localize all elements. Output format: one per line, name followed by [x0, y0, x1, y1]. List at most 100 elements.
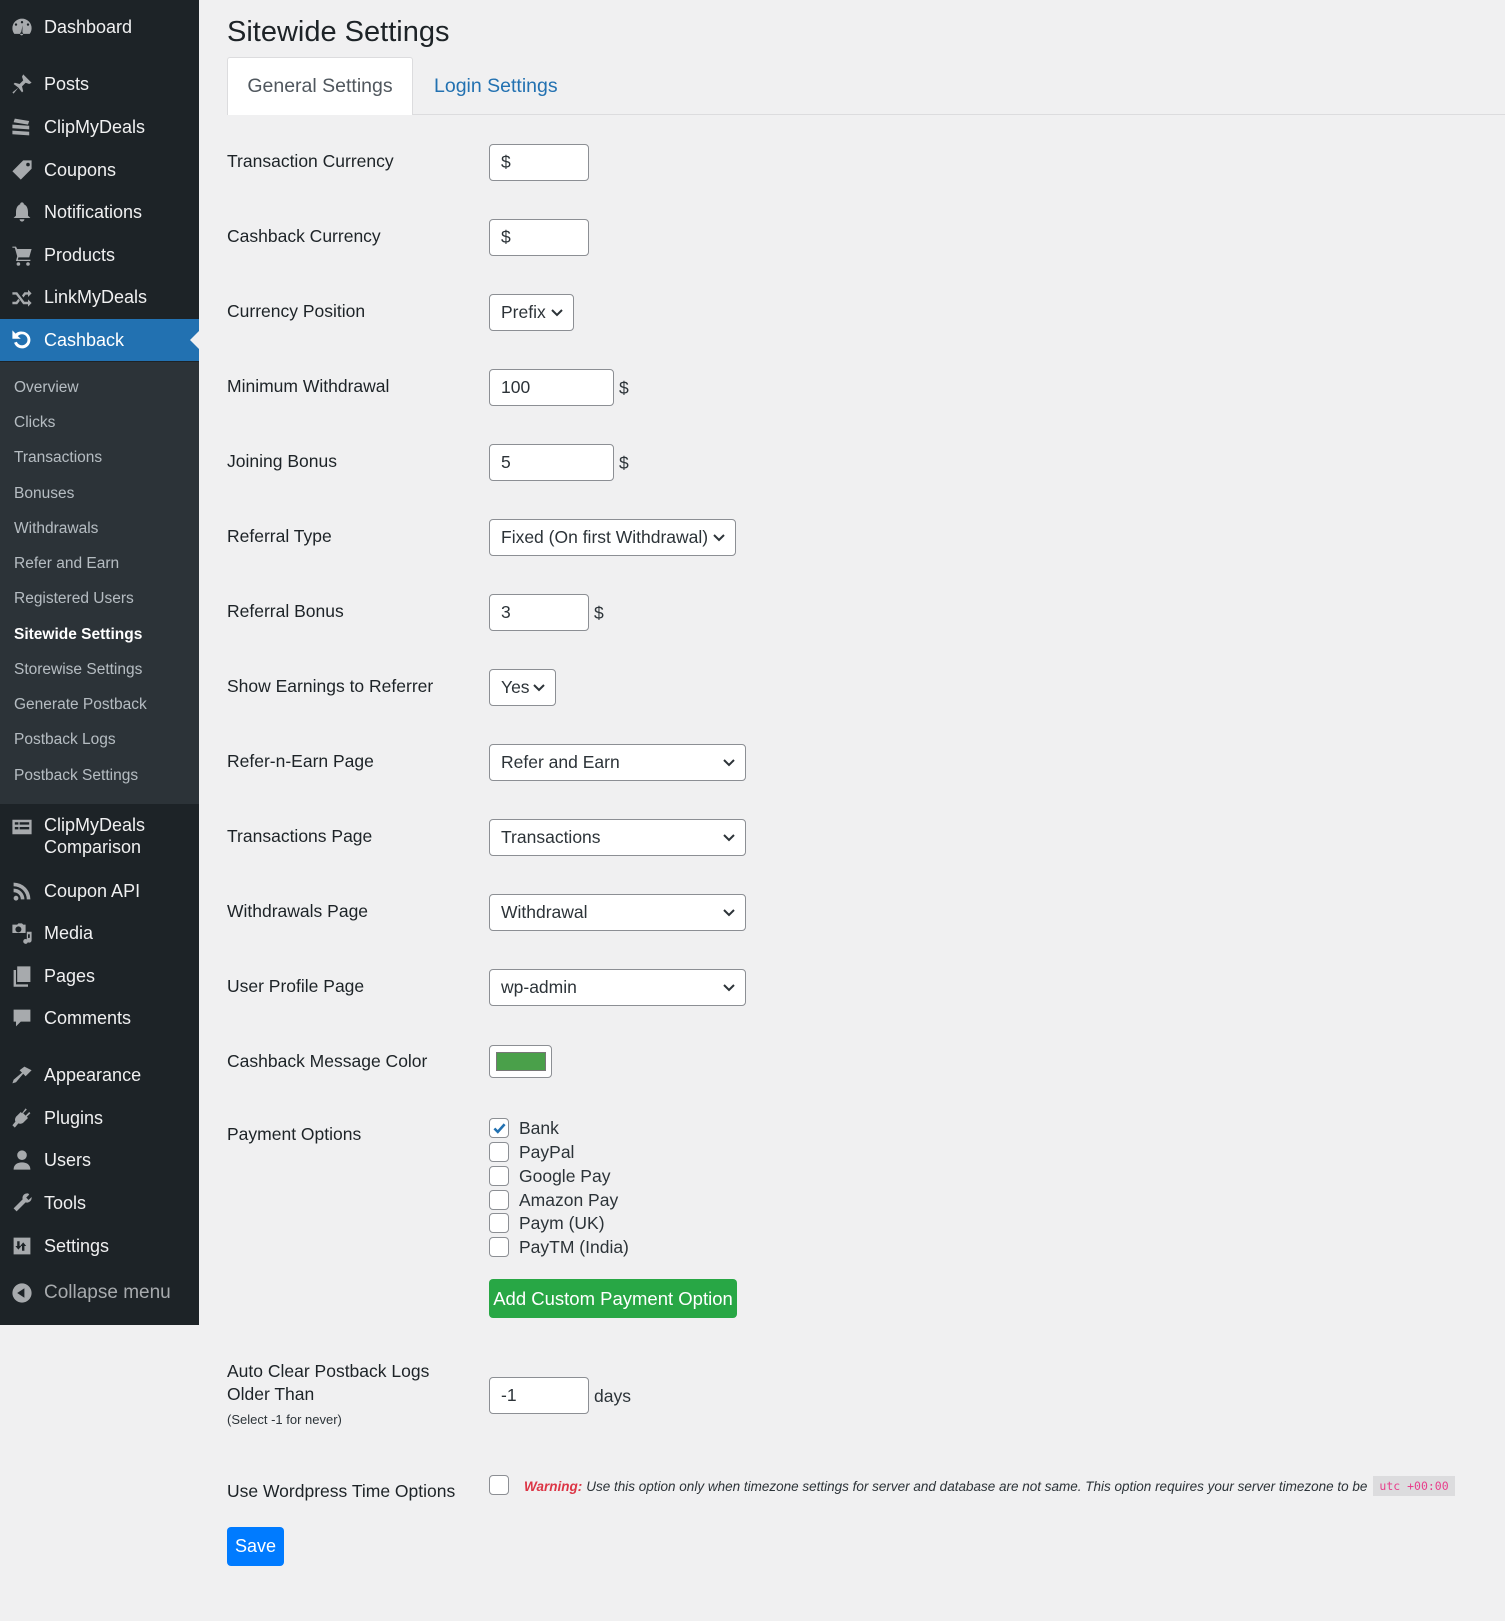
cashback-currency-input[interactable]: $	[489, 219, 589, 256]
menu-dashboard[interactable]: Dashboard	[0, 6, 199, 48]
menu-users[interactable]: Users	[0, 1139, 199, 1181]
submenu-clicks[interactable]: Clicks	[14, 414, 55, 432]
withdrawals-page-select[interactable]: Withdrawal	[489, 894, 746, 931]
rss-icon	[0, 870, 44, 912]
menu-notifications[interactable]: Notifications	[0, 191, 199, 233]
refer-page-select[interactable]: Refer and Earn	[489, 744, 746, 781]
joining-bonus-input[interactable]: 5	[489, 444, 614, 481]
minimum-withdrawal-input[interactable]: 100	[489, 369, 614, 406]
submenu-sitewide-settings[interactable]: Sitewide Settings	[14, 626, 142, 644]
checkbox[interactable]	[489, 1213, 509, 1233]
settings-tabs: General Settings Login Settings	[227, 57, 1505, 115]
undo-icon	[0, 319, 44, 361]
menu-settings[interactable]: Settings	[0, 1225, 199, 1267]
menu-plugins[interactable]: Plugins	[0, 1097, 199, 1139]
timezone-code: utc +00:00	[1373, 1476, 1455, 1496]
user-icon	[0, 1139, 44, 1181]
chevron-down-icon	[533, 683, 545, 691]
submenu-storewise-settings[interactable]: Storewise Settings	[14, 661, 142, 679]
submenu-generate-postback[interactable]: Generate Postback	[14, 696, 147, 714]
payment-option-paym[interactable]: Paym (UK)	[489, 1212, 605, 1234]
checkbox[interactable]	[489, 1190, 509, 1210]
warning-label: Warning:	[524, 1478, 583, 1494]
menu-comments[interactable]: Comments	[0, 997, 199, 1039]
submenu-postback-settings[interactable]: Postback Settings	[14, 767, 138, 785]
submenu-registered-users[interactable]: Registered Users	[14, 590, 134, 608]
wp-time-checkbox[interactable]	[489, 1475, 509, 1495]
pin-icon	[0, 63, 44, 105]
checkbox[interactable]	[489, 1118, 509, 1138]
menu-posts[interactable]: Posts	[0, 63, 199, 105]
add-custom-payment-button[interactable]: Add Custom Payment Option	[489, 1279, 737, 1318]
minimum-withdrawal-label: Minimum Withdrawal	[227, 376, 390, 396]
transactions-page-select[interactable]: Transactions	[489, 819, 746, 856]
show-earnings-label: Show Earnings to Referrer	[227, 676, 434, 696]
media-icon	[0, 912, 44, 954]
wp-time-warning: Warning: Use this option only when timez…	[524, 1476, 1455, 1496]
menu-label-line2: Comparison	[44, 837, 142, 857]
save-button[interactable]: Save	[227, 1527, 284, 1566]
show-earnings-select[interactable]: Yes	[489, 669, 556, 706]
payment-option-bank[interactable]: Bank	[489, 1117, 559, 1139]
color-picker-button[interactable]	[489, 1045, 552, 1078]
menu-coupon-api[interactable]: Coupon API	[0, 870, 199, 912]
submenu-bonuses[interactable]: Bonuses	[14, 485, 74, 503]
chevron-down-icon	[723, 908, 735, 916]
pages-icon	[0, 955, 44, 997]
collapse-menu-button[interactable]: Collapse menu	[0, 1272, 199, 1314]
submenu-transactions[interactable]: Transactions	[14, 449, 102, 467]
profile-page-select[interactable]: wp-admin	[489, 969, 746, 1006]
cashback-submenu: Overview Clicks Transactions Bonuses Wit…	[0, 362, 199, 804]
currency-position-select[interactable]: Prefix	[489, 294, 574, 331]
checkbox[interactable]	[489, 1237, 509, 1257]
checkbox[interactable]	[489, 1166, 509, 1186]
payment-option-paytm[interactable]: PayTM (India)	[489, 1236, 629, 1258]
payment-options-label: Payment Options	[227, 1124, 362, 1144]
menu-pages[interactable]: Pages	[0, 955, 199, 997]
menu-coupons[interactable]: Coupons	[0, 149, 199, 191]
wp-time-label: Use Wordpress Time Options	[227, 1481, 456, 1501]
joining-bonus-label: Joining Bonus	[227, 451, 337, 471]
menu-clipmydeals[interactable]: ClipMyDeals	[0, 106, 199, 148]
profile-page-label: User Profile Page	[227, 976, 365, 996]
menu-clipmydeals-comparison[interactable]: ClipMyDeals Comparison	[0, 814, 199, 862]
payment-option-paypal[interactable]: PayPal	[489, 1141, 574, 1163]
payment-option-google-pay[interactable]: Google Pay	[489, 1165, 610, 1187]
menu-media[interactable]: Media	[0, 912, 199, 954]
bell-icon	[0, 191, 44, 233]
selected-value: Fixed (On first Withdrawal)	[501, 527, 709, 547]
dashboard-icon	[0, 6, 44, 48]
chevron-down-icon	[551, 308, 563, 316]
auto-clear-label-line2: Older Than	[227, 1384, 315, 1404]
wrench-icon	[0, 1182, 44, 1224]
menu-linkmydeals[interactable]: LinkMyDeals	[0, 276, 199, 318]
comment-icon	[0, 997, 44, 1039]
submenu-overview[interactable]: Overview	[14, 379, 79, 397]
referral-type-label: Referral Type	[227, 526, 332, 546]
settings-icon	[0, 1225, 44, 1267]
payment-option-amazon-pay[interactable]: Amazon Pay	[489, 1189, 618, 1211]
minimum-withdrawal-suffix: $	[619, 378, 629, 398]
admin-sidebar: Dashboard Posts ClipMyDeals Coupons Noti…	[0, 0, 199, 1325]
color-swatch	[496, 1052, 546, 1071]
menu-tools[interactable]: Tools	[0, 1182, 199, 1224]
menu-cashback[interactable]: Cashback	[0, 319, 199, 361]
referral-bonus-label: Referral Bonus	[227, 601, 344, 621]
auto-clear-days-input[interactable]: -1	[489, 1377, 589, 1414]
transaction-currency-input[interactable]: $	[489, 144, 589, 181]
submenu-withdrawals[interactable]: Withdrawals	[14, 520, 98, 538]
menu-appearance[interactable]: Appearance	[0, 1054, 199, 1096]
tag-icon	[0, 149, 44, 191]
checkbox[interactable]	[489, 1142, 509, 1162]
tab-general-settings[interactable]: General Settings	[227, 57, 413, 115]
tab-login-settings[interactable]: Login Settings	[434, 57, 558, 115]
referral-bonus-input[interactable]: 3	[489, 594, 589, 631]
currency-position-label: Currency Position	[227, 301, 366, 321]
menu-products[interactable]: Products	[0, 234, 199, 276]
refer-page-label: Refer-n-Earn Page	[227, 751, 374, 771]
referral-type-select[interactable]: Fixed (On first Withdrawal)	[489, 519, 736, 556]
selected-value: Withdrawal	[501, 902, 588, 922]
submenu-postback-logs[interactable]: Postback Logs	[14, 731, 116, 749]
submenu-refer-and-earn[interactable]: Refer and Earn	[14, 555, 119, 573]
message-color-label: Cashback Message Color	[227, 1051, 428, 1071]
